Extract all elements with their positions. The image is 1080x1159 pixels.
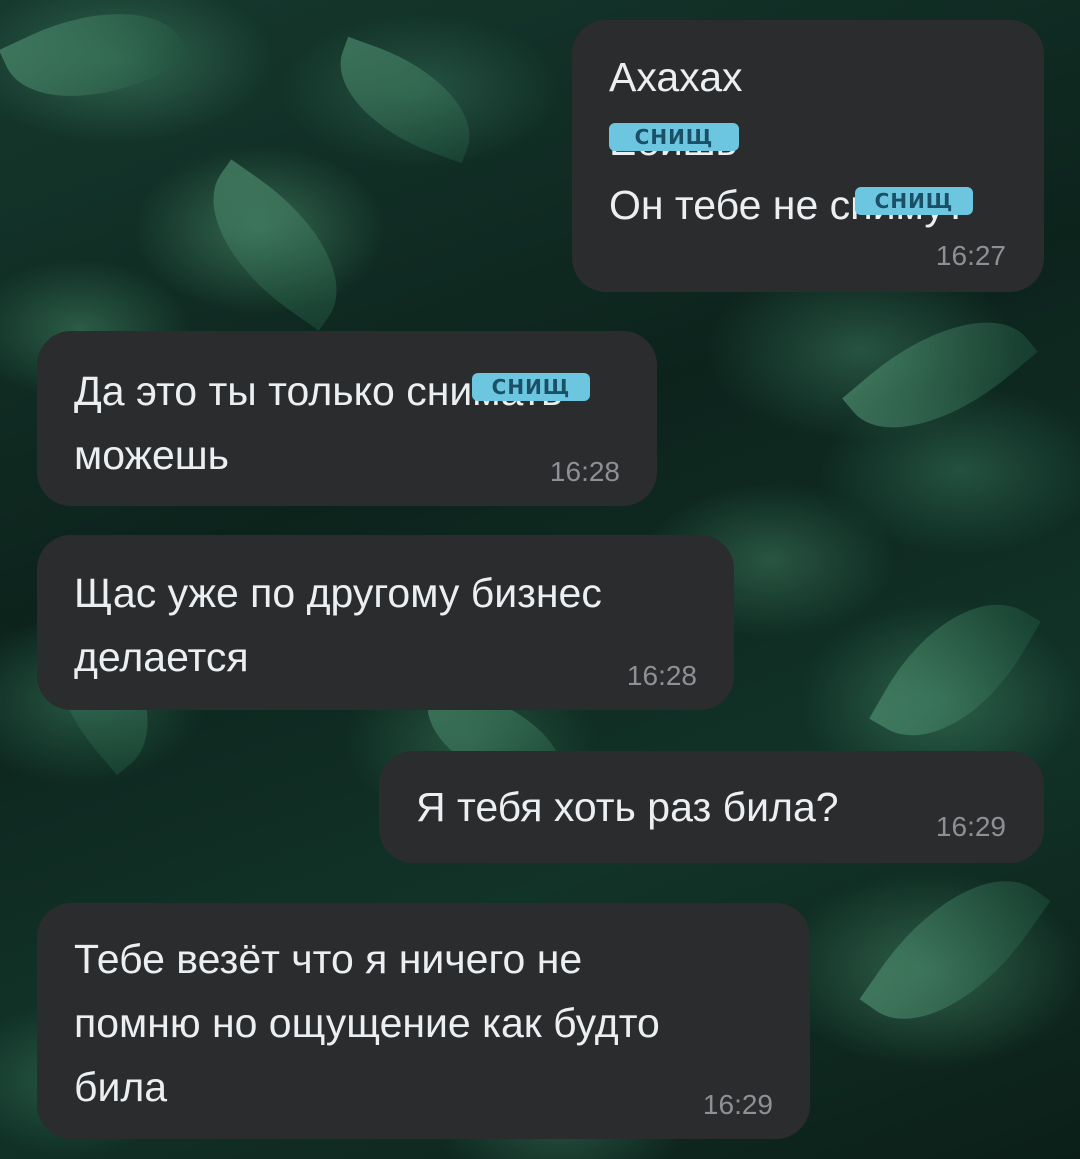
- message-time: 16:28: [626, 660, 697, 691]
- message-line: Ахахах: [609, 54, 743, 100]
- message-line: Да это ты только снимать СНИЩ: [74, 359, 644, 423]
- censor-sticker: Он тебе не сниму? СНИЩ: [609, 173, 973, 237]
- message-time: 16:29: [702, 1089, 773, 1120]
- message-line: Щас уже по другому бизнес: [74, 570, 602, 616]
- message-text: Ахахах Ебишь СНИЩ Он тебе не сниму? СНИЩ: [609, 45, 1029, 237]
- censor-sticker: Ебишь СНИЩ: [609, 109, 739, 173]
- message-line: Он тебе не сниму? СНИЩ: [609, 173, 1029, 237]
- message-bubble-incoming[interactable]: Щас уже по другому бизнес делается 16:28: [37, 535, 734, 710]
- message-line: Тебе везёт что я ничего не: [74, 936, 583, 982]
- message-bubble-outgoing[interactable]: Я тебя хоть раз била? 16:29: [379, 751, 1044, 863]
- message-line: Ебишь СНИЩ: [609, 109, 1029, 173]
- message-line: била: [74, 1064, 168, 1110]
- censor-sticker-mask: СНИЩ: [609, 123, 739, 151]
- message-bubble-incoming[interactable]: Да это ты только снимать СНИЩ можешь 16:…: [37, 331, 657, 506]
- censor-sticker-mask: СНИЩ: [472, 373, 590, 401]
- message-bubble-incoming[interactable]: Тебе везёт что я ничего не помню но ощущ…: [37, 903, 810, 1139]
- message-line: помню но ощущение как будто: [74, 1000, 660, 1046]
- message-time: 16:27: [935, 240, 1006, 271]
- message-time: 16:28: [549, 456, 620, 487]
- message-text: Я тебя хоть раз била?: [416, 784, 839, 830]
- message-time: 16:29: [935, 811, 1006, 842]
- censor-sticker-mask: СНИЩ: [855, 187, 973, 215]
- message-bubble-outgoing[interactable]: Ахахах Ебишь СНИЩ Он тебе не сниму? СНИЩ…: [572, 20, 1044, 292]
- censor-sticker: Да это ты только снимать СНИЩ: [74, 359, 590, 423]
- message-text: Тебе везёт что я ничего не помню но ощущ…: [74, 927, 794, 1119]
